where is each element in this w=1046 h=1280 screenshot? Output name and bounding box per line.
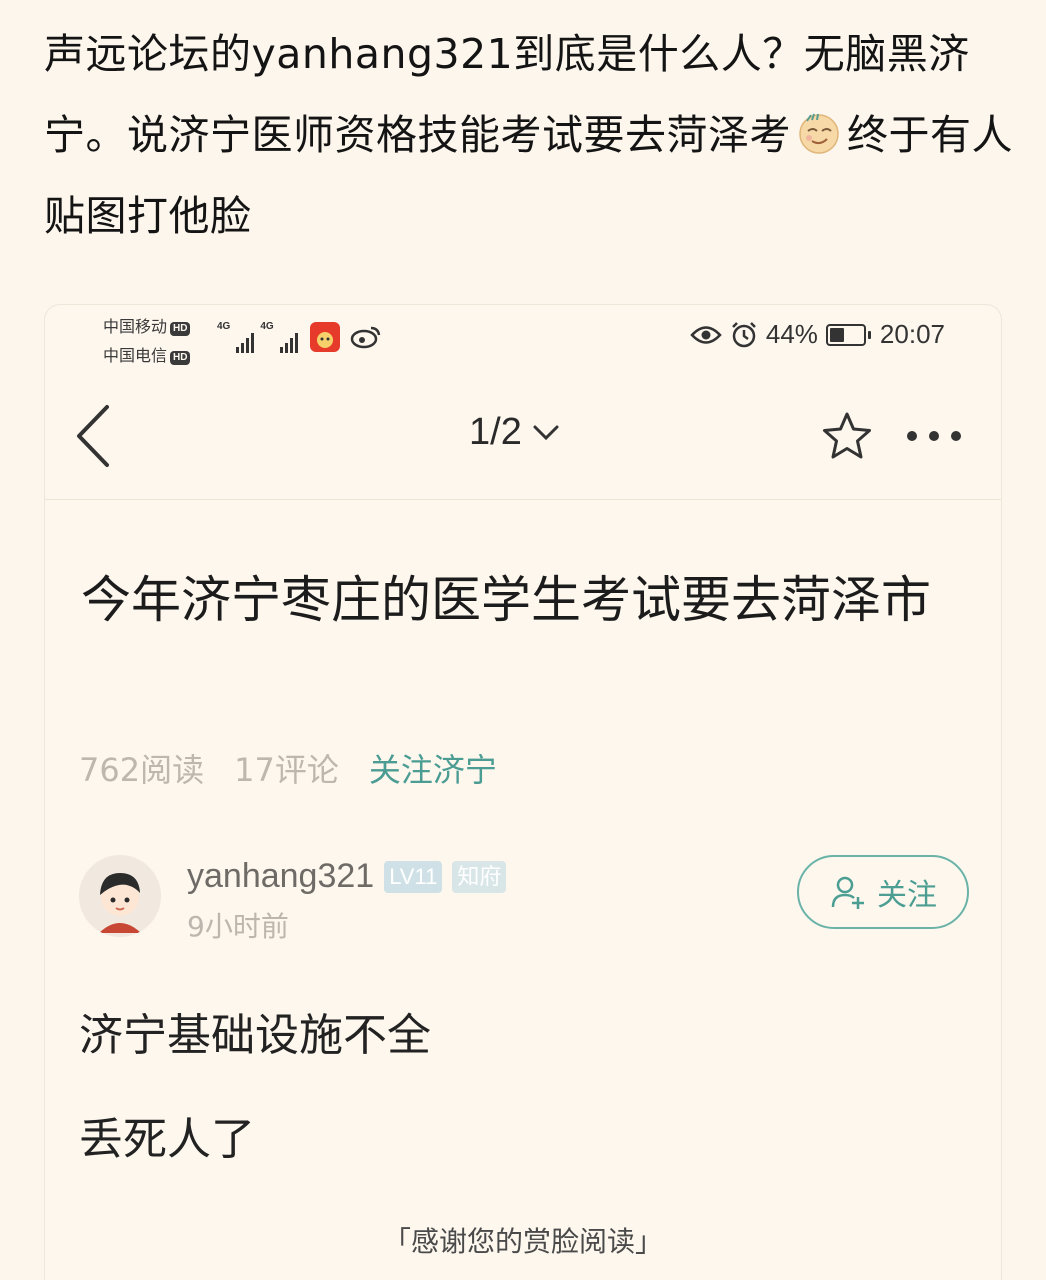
weibo-icon: [350, 326, 380, 349]
page-selector[interactable]: 1/2: [469, 411, 560, 454]
page-indicator: 1/2: [469, 411, 522, 453]
carrier-2: 中国电信: [103, 348, 168, 365]
network-type-1: 4G: [217, 321, 231, 332]
comment-count[interactable]: 17评论: [234, 745, 339, 791]
battery-icon: [825, 323, 871, 346]
status-right: 44% 20:07: [690, 319, 945, 350]
app-notification-icon: [309, 322, 340, 352]
app-screenshot: 中国移动 HD 中国电信 HD 4G 4G 44% 20:07 1/2 今年济宁…: [44, 304, 1002, 1280]
follow-label: 关注: [877, 878, 937, 913]
chevron-left-icon[interactable]: [69, 401, 119, 471]
battery-percent: 44%: [765, 319, 818, 349]
carrier-info: 中国移动 HD 中国电信 HD: [103, 313, 191, 371]
author-name-row: yanhang321 LV11 知府: [187, 857, 507, 896]
post-time: 9小时前: [187, 910, 289, 943]
add-user-icon: [831, 876, 864, 909]
article-meta: 762阅读 17评论 关注济宁: [79, 745, 497, 791]
author-row: yanhang321 LV11 知府 9小时前 关注: [79, 855, 969, 945]
signal-bars-icon: [236, 331, 255, 353]
article-title: 今年济宁枣庄的医学生考试要去菏泽市: [81, 571, 931, 629]
network-type-2: 4G: [260, 321, 274, 332]
smirk-emoji-icon: [799, 113, 839, 154]
author-name[interactable]: yanhang321: [187, 857, 374, 896]
hd-badge: HD: [170, 322, 191, 336]
follow-button[interactable]: 关注: [797, 855, 969, 929]
alarm-icon: [731, 321, 756, 347]
avatar[interactable]: [79, 855, 161, 937]
clock: 20:07: [879, 319, 945, 349]
follow-topic-link[interactable]: 关注济宁: [369, 745, 497, 791]
status-bar: 中国移动 HD 中国电信 HD 4G 4G 44% 20:07: [45, 305, 1001, 375]
hd-badge: HD: [170, 351, 191, 365]
carrier-1: 中国移动: [103, 319, 168, 336]
content-paragraph: 济宁基础设施不全: [79, 1010, 431, 1061]
signal-indicators: 4G 4G: [217, 321, 382, 353]
role-badge: 知府: [452, 860, 507, 893]
post-title: 声远论坛的yanhang321到底是什么人？无脑黑济宁。说济宁医师资格技能考试要…: [44, 14, 1014, 257]
nav-bar: 1/2: [45, 385, 1001, 500]
star-icon[interactable]: [819, 409, 875, 465]
content-paragraph: 丢死人了: [79, 1114, 255, 1165]
read-count: 762阅读: [79, 751, 205, 789]
signal-bars-icon: [279, 331, 298, 353]
more-dots-icon[interactable]: [907, 421, 977, 451]
footer-note: 「感谢您的赏脸阅读」: [382, 1225, 663, 1258]
chevron-down-icon: [533, 425, 559, 440]
level-badge: LV11: [384, 860, 443, 893]
eye-icon: [690, 325, 722, 344]
